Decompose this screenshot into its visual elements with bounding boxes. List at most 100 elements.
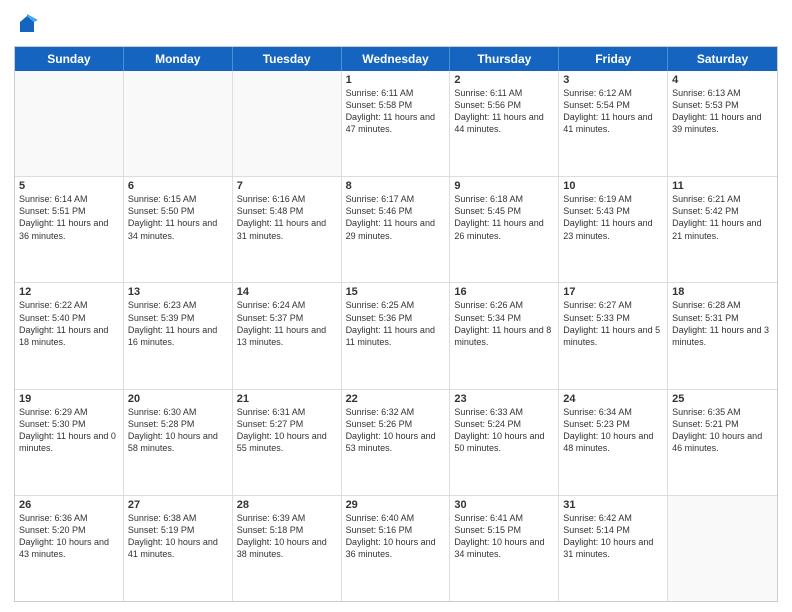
header xyxy=(14,10,778,38)
cell-info: Sunrise: 6:26 AMSunset: 5:34 PMDaylight:… xyxy=(454,299,554,348)
day-number: 13 xyxy=(128,286,228,298)
day-cell-12: 12Sunrise: 6:22 AMSunset: 5:40 PMDayligh… xyxy=(15,283,124,388)
cell-info: Sunrise: 6:15 AMSunset: 5:50 PMDaylight:… xyxy=(128,193,228,242)
cell-info: Sunrise: 6:17 AMSunset: 5:46 PMDaylight:… xyxy=(346,193,446,242)
day-number: 2 xyxy=(454,74,554,86)
cell-info: Sunrise: 6:27 AMSunset: 5:33 PMDaylight:… xyxy=(563,299,663,348)
day-cell-19: 19Sunrise: 6:29 AMSunset: 5:30 PMDayligh… xyxy=(15,390,124,495)
cell-info: Sunrise: 6:12 AMSunset: 5:54 PMDaylight:… xyxy=(563,87,663,136)
day-number: 7 xyxy=(237,180,337,192)
day-cell-8: 8Sunrise: 6:17 AMSunset: 5:46 PMDaylight… xyxy=(342,177,451,282)
day-number: 25 xyxy=(672,393,773,405)
cell-info: Sunrise: 6:18 AMSunset: 5:45 PMDaylight:… xyxy=(454,193,554,242)
day-cell-30: 30Sunrise: 6:41 AMSunset: 5:15 PMDayligh… xyxy=(450,496,559,601)
day-cell-10: 10Sunrise: 6:19 AMSunset: 5:43 PMDayligh… xyxy=(559,177,668,282)
cell-info: Sunrise: 6:25 AMSunset: 5:36 PMDaylight:… xyxy=(346,299,446,348)
empty-cell xyxy=(668,496,777,601)
cell-info: Sunrise: 6:24 AMSunset: 5:37 PMDaylight:… xyxy=(237,299,337,348)
header-day-saturday: Saturday xyxy=(668,47,777,71)
day-number: 21 xyxy=(237,393,337,405)
day-cell-26: 26Sunrise: 6:36 AMSunset: 5:20 PMDayligh… xyxy=(15,496,124,601)
day-cell-9: 9Sunrise: 6:18 AMSunset: 5:45 PMDaylight… xyxy=(450,177,559,282)
day-number: 22 xyxy=(346,393,446,405)
day-number: 3 xyxy=(563,74,663,86)
day-cell-17: 17Sunrise: 6:27 AMSunset: 5:33 PMDayligh… xyxy=(559,283,668,388)
day-cell-28: 28Sunrise: 6:39 AMSunset: 5:18 PMDayligh… xyxy=(233,496,342,601)
day-number: 10 xyxy=(563,180,663,192)
day-number: 17 xyxy=(563,286,663,298)
day-cell-14: 14Sunrise: 6:24 AMSunset: 5:37 PMDayligh… xyxy=(233,283,342,388)
day-cell-20: 20Sunrise: 6:30 AMSunset: 5:28 PMDayligh… xyxy=(124,390,233,495)
header-day-tuesday: Tuesday xyxy=(233,47,342,71)
cell-info: Sunrise: 6:11 AMSunset: 5:56 PMDaylight:… xyxy=(454,87,554,136)
day-number: 9 xyxy=(454,180,554,192)
cell-info: Sunrise: 6:31 AMSunset: 5:27 PMDaylight:… xyxy=(237,406,337,455)
calendar-row-1: 5Sunrise: 6:14 AMSunset: 5:51 PMDaylight… xyxy=(15,177,777,283)
day-cell-16: 16Sunrise: 6:26 AMSunset: 5:34 PMDayligh… xyxy=(450,283,559,388)
cell-info: Sunrise: 6:22 AMSunset: 5:40 PMDaylight:… xyxy=(19,299,119,348)
day-number: 19 xyxy=(19,393,119,405)
calendar-header: SundayMondayTuesdayWednesdayThursdayFrid… xyxy=(15,47,777,71)
logo xyxy=(14,14,38,38)
day-number: 15 xyxy=(346,286,446,298)
day-cell-23: 23Sunrise: 6:33 AMSunset: 5:24 PMDayligh… xyxy=(450,390,559,495)
header-day-monday: Monday xyxy=(124,47,233,71)
cell-info: Sunrise: 6:28 AMSunset: 5:31 PMDaylight:… xyxy=(672,299,773,348)
day-number: 30 xyxy=(454,499,554,511)
day-cell-4: 4Sunrise: 6:13 AMSunset: 5:53 PMDaylight… xyxy=(668,71,777,176)
day-number: 23 xyxy=(454,393,554,405)
day-cell-6: 6Sunrise: 6:15 AMSunset: 5:50 PMDaylight… xyxy=(124,177,233,282)
page: SundayMondayTuesdayWednesdayThursdayFrid… xyxy=(0,0,792,612)
cell-info: Sunrise: 6:29 AMSunset: 5:30 PMDaylight:… xyxy=(19,406,119,455)
calendar-body: 1Sunrise: 6:11 AMSunset: 5:58 PMDaylight… xyxy=(15,71,777,601)
day-cell-22: 22Sunrise: 6:32 AMSunset: 5:26 PMDayligh… xyxy=(342,390,451,495)
empty-cell xyxy=(15,71,124,176)
cell-info: Sunrise: 6:23 AMSunset: 5:39 PMDaylight:… xyxy=(128,299,228,348)
day-number: 27 xyxy=(128,499,228,511)
header-day-friday: Friday xyxy=(559,47,668,71)
cell-info: Sunrise: 6:35 AMSunset: 5:21 PMDaylight:… xyxy=(672,406,773,455)
day-number: 14 xyxy=(237,286,337,298)
cell-info: Sunrise: 6:41 AMSunset: 5:15 PMDaylight:… xyxy=(454,512,554,561)
day-number: 16 xyxy=(454,286,554,298)
cell-info: Sunrise: 6:42 AMSunset: 5:14 PMDaylight:… xyxy=(563,512,663,561)
day-cell-7: 7Sunrise: 6:16 AMSunset: 5:48 PMDaylight… xyxy=(233,177,342,282)
header-day-sunday: Sunday xyxy=(15,47,124,71)
day-number: 24 xyxy=(563,393,663,405)
day-number: 26 xyxy=(19,499,119,511)
day-cell-5: 5Sunrise: 6:14 AMSunset: 5:51 PMDaylight… xyxy=(15,177,124,282)
header-day-thursday: Thursday xyxy=(450,47,559,71)
day-cell-13: 13Sunrise: 6:23 AMSunset: 5:39 PMDayligh… xyxy=(124,283,233,388)
day-number: 12 xyxy=(19,286,119,298)
cell-info: Sunrise: 6:19 AMSunset: 5:43 PMDaylight:… xyxy=(563,193,663,242)
day-cell-2: 2Sunrise: 6:11 AMSunset: 5:56 PMDaylight… xyxy=(450,71,559,176)
day-number: 31 xyxy=(563,499,663,511)
day-cell-3: 3Sunrise: 6:12 AMSunset: 5:54 PMDaylight… xyxy=(559,71,668,176)
cell-info: Sunrise: 6:34 AMSunset: 5:23 PMDaylight:… xyxy=(563,406,663,455)
cell-info: Sunrise: 6:14 AMSunset: 5:51 PMDaylight:… xyxy=(19,193,119,242)
day-cell-29: 29Sunrise: 6:40 AMSunset: 5:16 PMDayligh… xyxy=(342,496,451,601)
day-cell-24: 24Sunrise: 6:34 AMSunset: 5:23 PMDayligh… xyxy=(559,390,668,495)
calendar-row-3: 19Sunrise: 6:29 AMSunset: 5:30 PMDayligh… xyxy=(15,390,777,496)
day-cell-27: 27Sunrise: 6:38 AMSunset: 5:19 PMDayligh… xyxy=(124,496,233,601)
day-number: 18 xyxy=(672,286,773,298)
day-cell-18: 18Sunrise: 6:28 AMSunset: 5:31 PMDayligh… xyxy=(668,283,777,388)
day-number: 28 xyxy=(237,499,337,511)
day-cell-1: 1Sunrise: 6:11 AMSunset: 5:58 PMDaylight… xyxy=(342,71,451,176)
cell-info: Sunrise: 6:30 AMSunset: 5:28 PMDaylight:… xyxy=(128,406,228,455)
day-number: 11 xyxy=(672,180,773,192)
day-number: 29 xyxy=(346,499,446,511)
cell-info: Sunrise: 6:11 AMSunset: 5:58 PMDaylight:… xyxy=(346,87,446,136)
cell-info: Sunrise: 6:36 AMSunset: 5:20 PMDaylight:… xyxy=(19,512,119,561)
header-day-wednesday: Wednesday xyxy=(342,47,451,71)
cell-info: Sunrise: 6:40 AMSunset: 5:16 PMDaylight:… xyxy=(346,512,446,561)
cell-info: Sunrise: 6:32 AMSunset: 5:26 PMDaylight:… xyxy=(346,406,446,455)
day-number: 8 xyxy=(346,180,446,192)
day-cell-25: 25Sunrise: 6:35 AMSunset: 5:21 PMDayligh… xyxy=(668,390,777,495)
calendar-row-2: 12Sunrise: 6:22 AMSunset: 5:40 PMDayligh… xyxy=(15,283,777,389)
cell-info: Sunrise: 6:38 AMSunset: 5:19 PMDaylight:… xyxy=(128,512,228,561)
day-number: 20 xyxy=(128,393,228,405)
cell-info: Sunrise: 6:21 AMSunset: 5:42 PMDaylight:… xyxy=(672,193,773,242)
day-number: 1 xyxy=(346,74,446,86)
day-cell-11: 11Sunrise: 6:21 AMSunset: 5:42 PMDayligh… xyxy=(668,177,777,282)
